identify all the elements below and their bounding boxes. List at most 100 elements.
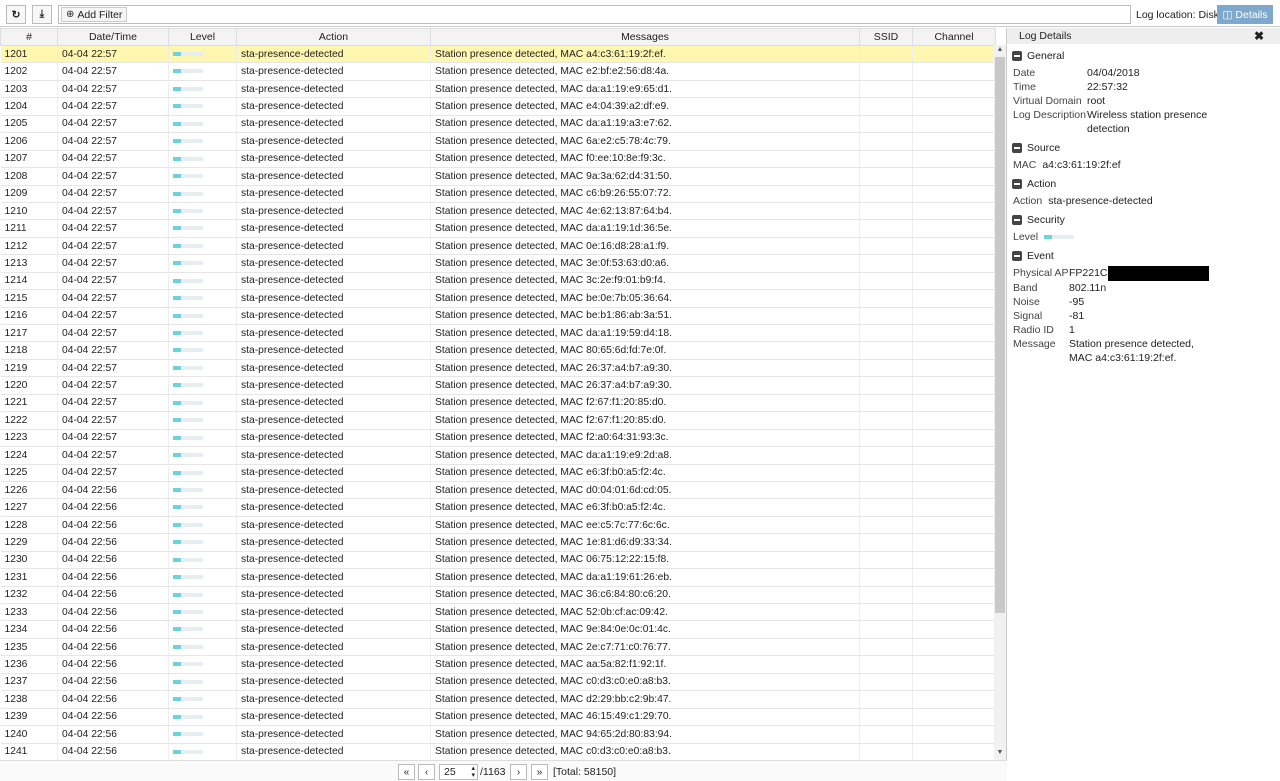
table-row[interactable]: 1206 04-04 22:57 sta-presence-detected Stat… — [0, 132, 996, 151]
level-bar — [173, 69, 203, 74]
cell-number: 1222 — [0, 411, 58, 430]
detail-row: Message Station presence detected, MAC a4… — [1012, 337, 1280, 365]
cell-number: 1201 — [0, 45, 58, 64]
cell-action: sta-presence-detected — [236, 115, 431, 134]
cell-number: 1227 — [0, 498, 58, 517]
section-toggle-general[interactable]: General — [1012, 50, 1280, 62]
download-icon: ⤓ — [39, 8, 45, 20]
table-row[interactable]: 1240 04-04 22:56 sta-presence-detected Stat… — [0, 725, 996, 744]
table-row[interactable]: 1236 04-04 22:56 sta-presence-detected Stat… — [0, 655, 996, 674]
column-header-action[interactable]: Action — [236, 28, 431, 46]
section-toggle-event[interactable]: Event — [1012, 250, 1280, 262]
cell-ssid — [859, 725, 913, 744]
table-row[interactable]: 1230 04-04 22:56 sta-presence-detected Stat… — [0, 551, 996, 570]
table-row[interactable]: 1226 04-04 22:56 sta-presence-detected Stat… — [0, 481, 996, 500]
table-row[interactable]: 1216 04-04 22:57 sta-presence-detected Stat… — [0, 307, 996, 326]
table-row[interactable]: 1220 04-04 22:57 sta-presence-detected Stat… — [0, 376, 996, 395]
cell-number: 1235 — [0, 638, 58, 657]
next-page-button[interactable]: › — [510, 764, 527, 780]
cell-ssid — [859, 533, 913, 552]
table-row[interactable]: 1219 04-04 22:57 sta-presence-detected Stat… — [0, 359, 996, 378]
close-icon[interactable]: ✖ — [1254, 28, 1264, 44]
cell-action: sta-presence-detected — [236, 359, 431, 378]
table-row[interactable]: 1217 04-04 22:57 sta-presence-detected Stat… — [0, 324, 996, 343]
scrollbar-thumb[interactable] — [995, 57, 1005, 613]
table-row[interactable]: 1214 04-04 22:57 sta-presence-detected Stat… — [0, 272, 996, 291]
table-row[interactable]: 1212 04-04 22:57 sta-presence-detected Stat… — [0, 237, 996, 256]
table-row[interactable]: 1205 04-04 22:57 sta-presence-detected Stat… — [0, 115, 996, 134]
table-row[interactable]: 1204 04-04 22:57 sta-presence-detected Stat… — [0, 97, 996, 116]
table-row[interactable]: 1202 04-04 22:57 sta-presence-detected Stat… — [0, 62, 996, 81]
cell-message: Station presence detected, MAC d2:29:bb:… — [430, 690, 860, 709]
field-value: Station presence detected, MAC a4:c3:61:… — [1069, 338, 1194, 364]
scroll-up-icon[interactable]: ▲ — [994, 46, 1006, 56]
last-page-button[interactable]: » — [531, 764, 548, 780]
table-row[interactable]: 1210 04-04 22:57 sta-presence-detected Stat… — [0, 202, 996, 221]
table-row[interactable]: 1225 04-04 22:57 sta-presence-detected Stat… — [0, 464, 996, 482]
add-filter-label: Add Filter — [77, 8, 123, 21]
download-button[interactable]: ⤓ — [32, 5, 52, 24]
table-row[interactable]: 1232 04-04 22:56 sta-presence-detected Stat… — [0, 586, 996, 605]
table-row[interactable]: 1238 04-04 22:56 sta-presence-detected Stat… — [0, 690, 996, 709]
column-header-channel[interactable]: Channel — [912, 28, 996, 46]
table-row[interactable]: 1223 04-04 22:57 sta-presence-detected Stat… — [0, 429, 996, 448]
table-row[interactable]: 1231 04-04 22:56 sta-presence-detected Stat… — [0, 568, 996, 587]
cell-ssid — [859, 115, 913, 134]
spinner-icon[interactable]: ▴ ▾ — [471, 765, 475, 779]
table-row[interactable]: 1203 04-04 22:57 sta-presence-detected Stat… — [0, 80, 996, 99]
cell-message: Station presence detected, MAC da:a1:19:… — [430, 568, 860, 587]
table-row[interactable]: 1215 04-04 22:57 sta-presence-detected Stat… — [0, 289, 996, 308]
table-row[interactable]: 1222 04-04 22:57 sta-presence-detected Stat… — [0, 411, 996, 430]
table-row[interactable]: 1229 04-04 22:56 sta-presence-detected Stat… — [0, 533, 996, 552]
cell-message: Station presence detected, MAC 0e:16:d8:… — [430, 237, 860, 256]
table-row[interactable]: 1227 04-04 22:56 sta-presence-detected Stat… — [0, 498, 996, 517]
table-row[interactable]: 1207 04-04 22:57 sta-presence-detected Stat… — [0, 150, 996, 169]
section-toggle-security[interactable]: Security — [1012, 214, 1280, 226]
column-header-datetime[interactable]: Date/Time — [57, 28, 169, 46]
details-button[interactable]: ◫ Details — [1217, 5, 1273, 24]
cell-message: Station presence detected, MAC e6:3f:b0:… — [430, 498, 860, 517]
cell-number: 1241 — [0, 743, 58, 760]
table-row[interactable]: 1241 04-04 22:56 sta-presence-detected Stat… — [0, 743, 996, 760]
prev-page-button[interactable]: ‹ — [418, 764, 435, 780]
section-toggle-action[interactable]: Action — [1012, 178, 1280, 190]
cell-message: Station presence detected, MAC d0:04:01:… — [430, 481, 860, 500]
column-header-messages[interactable]: Messages — [430, 28, 860, 46]
column-header-level[interactable]: Level — [168, 28, 237, 46]
cell-action: sta-presence-detected — [236, 62, 431, 81]
level-bar — [173, 592, 203, 597]
add-filter-button[interactable]: ⊕ Add Filter — [61, 7, 128, 22]
table-row[interactable]: 1224 04-04 22:57 sta-presence-detected Stat… — [0, 446, 996, 465]
table-row[interactable]: 1213 04-04 22:57 sta-presence-detected Stat… — [0, 254, 996, 273]
filter-input[interactable]: ⊕ Add Filter — [58, 5, 1131, 24]
table-row[interactable]: 1228 04-04 22:56 sta-presence-detected Stat… — [0, 516, 996, 535]
table-row[interactable]: 1233 04-04 22:56 sta-presence-detected Stat… — [0, 603, 996, 622]
table-row[interactable]: 1239 04-04 22:56 sta-presence-detected Stat… — [0, 708, 996, 727]
cell-message: Station presence detected, MAC c0:d3:c0:… — [430, 673, 860, 692]
table-row[interactable]: 1234 04-04 22:56 sta-presence-detected Stat… — [0, 620, 996, 639]
scroll-down-icon[interactable]: ▼ — [994, 749, 1006, 759]
cell-number: 1206 — [0, 132, 58, 151]
field-label: MAC — [1013, 159, 1037, 171]
table-row[interactable]: 1235 04-04 22:56 sta-presence-detected Stat… — [0, 638, 996, 657]
table-row[interactable]: 1201 04-04 22:57 sta-presence-detected Stat… — [0, 45, 996, 64]
table-row[interactable]: 1218 04-04 22:57 sta-presence-detected Stat… — [0, 341, 996, 360]
table-row[interactable]: 1237 04-04 22:56 sta-presence-detected Stat… — [0, 673, 996, 692]
table-row[interactable]: 1211 04-04 22:57 sta-presence-detected Stat… — [0, 219, 996, 238]
section-toggle-source[interactable]: Source — [1012, 142, 1280, 154]
cell-channel — [912, 568, 996, 587]
cell-ssid — [859, 97, 913, 116]
first-page-button[interactable]: « — [398, 764, 415, 780]
table-row[interactable]: 1221 04-04 22:57 sta-presence-detected Stat… — [0, 394, 996, 413]
field-value: 22:57:32 — [1087, 81, 1128, 93]
cell-channel — [912, 655, 996, 674]
table-row[interactable]: 1208 04-04 22:57 sta-presence-detected Stat… — [0, 167, 996, 186]
level-bar — [173, 296, 203, 301]
cell-level — [168, 376, 237, 395]
page-input[interactable]: 25 ▴ ▾ — [439, 764, 478, 780]
table-row[interactable]: 1209 04-04 22:57 sta-presence-detected Stat… — [0, 185, 996, 203]
vertical-scrollbar[interactable]: ▲ ▼ — [994, 45, 1006, 760]
column-header-number[interactable]: # — [0, 28, 58, 46]
refresh-button[interactable]: ↻ — [6, 5, 26, 24]
column-header-ssid[interactable]: SSID — [859, 28, 913, 46]
